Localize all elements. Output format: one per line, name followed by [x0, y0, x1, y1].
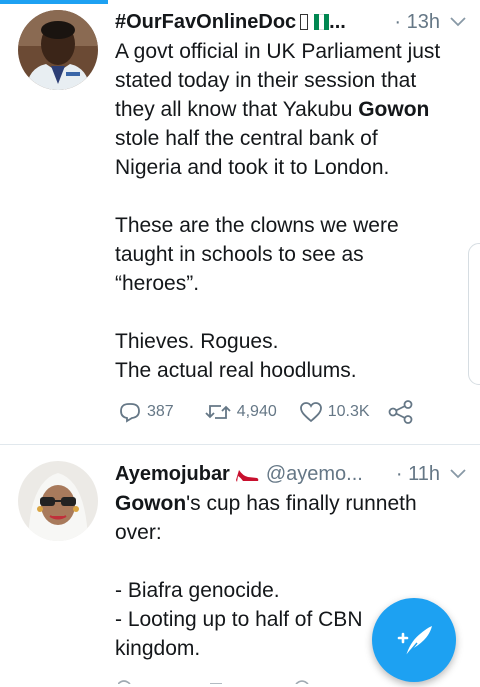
avatar[interactable]: [18, 10, 98, 90]
text-run: Nigeria and took it to London.: [115, 156, 390, 179]
highlighted-term: Gowon: [358, 98, 430, 121]
text-run: they all know that Yakubu: [115, 98, 359, 121]
share-icon: [388, 400, 412, 424]
tweet-actions: 387 4,940 10.3K: [118, 397, 414, 427]
tweet-text-line: “heroes”.: [115, 269, 465, 298]
heart-icon: [299, 402, 322, 423]
like-count: 10.3K: [327, 403, 370, 420]
scroll-handle[interactable]: [468, 243, 480, 385]
tweet-text-line: stole half the central bank of: [115, 124, 465, 153]
compose-tweet-button[interactable]: [372, 598, 456, 682]
text-run: over:: [115, 521, 162, 544]
timestamp[interactable]: · 11h: [396, 463, 440, 486]
tweet-text-line: Nigeria and took it to London.: [115, 153, 465, 182]
tweet-text-line: Gowon's cup has finally runneth: [115, 489, 465, 518]
like-button[interactable]: 10.3K: [299, 401, 370, 423]
tweet-1[interactable]: #OurFavOnlineDoc ... · 13h A govt offici…: [0, 0, 480, 444]
text-run: The actual real hoodlums.: [115, 359, 357, 382]
display-name[interactable]: Ayemojubar: [115, 463, 230, 486]
tweet-text-line: These are the clowns we were: [115, 211, 465, 240]
retweet-count: 4,940: [236, 403, 277, 420]
reply-button[interactable]: 387: [118, 401, 174, 423]
tweet-text-line: they all know that Yakubu Gowon: [115, 95, 465, 124]
text-run: taught in schools to see as: [115, 243, 364, 266]
tweet-text-line: taught in schools to see as: [115, 240, 465, 269]
nigeria-flag-icon: [314, 14, 330, 30]
chevron-down-icon[interactable]: [450, 469, 466, 479]
text-run: - Biafra genocide.: [115, 579, 280, 602]
text-run: These are the clowns we were: [115, 214, 399, 237]
tweet-header: Ayemojubar @ayemo... · 11h: [115, 459, 466, 489]
unknown-glyph: [300, 14, 309, 30]
display-name[interactable]: #OurFavOnlineDoc: [115, 11, 296, 34]
tweet-header: #OurFavOnlineDoc ... · 13h: [115, 7, 466, 37]
text-run: Thieves. Rogues.: [115, 330, 279, 353]
tweet-text-line: over:: [115, 518, 465, 547]
tweet-text-line: A govt official in UK Parliament just: [115, 37, 465, 66]
retweet-button[interactable]: 4,940: [204, 402, 277, 422]
retweet-icon: [205, 405, 231, 419]
tweet-text: A govt official in UK Parliament just sta…: [115, 37, 465, 385]
high-heel-icon: [235, 470, 259, 482]
tweet-text-line: Thieves. Rogues.: [115, 327, 465, 356]
tweet-text-line: The actual real hoodlums.: [115, 356, 465, 385]
avatar[interactable]: [18, 461, 98, 541]
reply-icon: [120, 403, 140, 423]
reply-count: 387: [147, 403, 174, 420]
text-run: kingdom.: [115, 637, 201, 660]
share-button[interactable]: [388, 400, 414, 424]
text-run: 's cup has finally runneth: [186, 492, 417, 515]
display-name-ellipsis: ...: [329, 10, 346, 33]
highlighted-term: Gowon: [115, 492, 187, 515]
text-run: “heroes”.: [115, 272, 200, 295]
text-run: stole half the central bank of: [115, 127, 378, 150]
handle[interactable]: @ayemo...: [266, 463, 363, 486]
compose-tweet-icon: [397, 626, 432, 657]
timestamp[interactable]: · 13h: [394, 11, 440, 34]
text-run: - Looting up to half of CBN: [115, 608, 363, 631]
chevron-down-icon[interactable]: [450, 17, 466, 27]
text-run: stated today in their session that: [115, 69, 417, 92]
tweet-text-line: stated today in their session that: [115, 66, 465, 95]
text-run: A govt official in UK Parliament just: [115, 40, 441, 63]
